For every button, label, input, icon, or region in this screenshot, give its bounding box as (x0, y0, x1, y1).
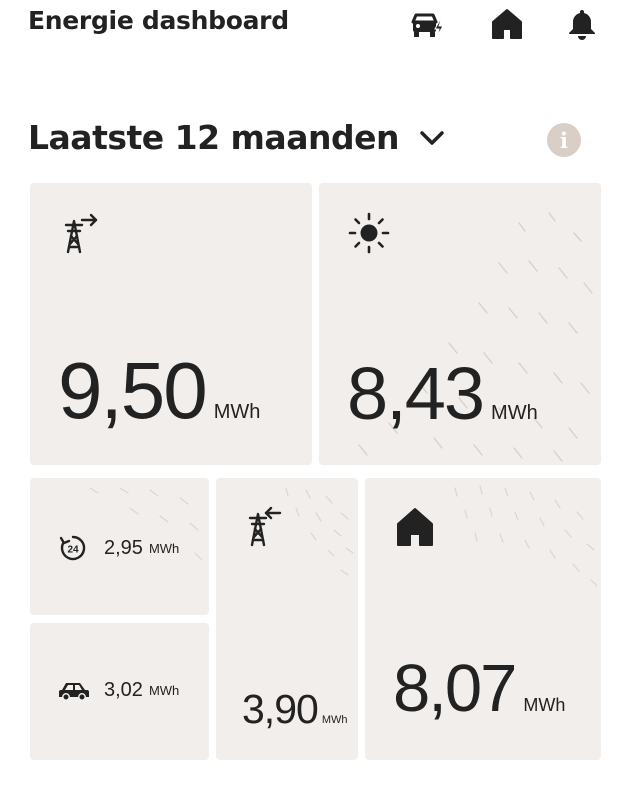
pylon-export-icon (64, 213, 98, 254)
notifications-button[interactable] (562, 4, 602, 44)
home-button[interactable] (487, 4, 527, 44)
solar-unit: MWh (491, 402, 538, 424)
car-charging-icon (411, 13, 444, 37)
sun-icon (348, 212, 390, 254)
svg-text:24: 24 (67, 545, 79, 556)
car-unit: MWh (148, 683, 180, 698)
home-unit: MWh (523, 695, 566, 715)
dynamic-24h-value: 2,95 (104, 536, 143, 559)
solar-tile[interactable]: 8,43 MWh (319, 183, 601, 465)
car-tile[interactable]: 3,02 MWh (30, 623, 209, 760)
clock-24-icon: 24 (59, 535, 86, 561)
grid-import-tile[interactable]: 9,50 MWh (30, 183, 312, 465)
solar-value: 8,43 (347, 352, 485, 435)
car-charging-button[interactable] (408, 4, 448, 44)
period-selector[interactable]: Laatste 12 maanden (28, 118, 447, 157)
grid-import-value: 9,50 (58, 346, 208, 435)
grid-export-value: 3,90 (242, 686, 319, 732)
grid-export-tile[interactable]: 3,90 MWh (216, 478, 358, 760)
info-icon: i (560, 127, 568, 153)
grid-import-unit: MWh (213, 401, 261, 423)
chevron-down-icon (417, 123, 447, 153)
dynamic-24h-unit: MWh (148, 540, 180, 556)
car-value: 3,02 (104, 679, 143, 701)
period-label: Laatste 12 maanden (28, 118, 399, 157)
home-consumption-tile[interactable]: 8,07 MWh (365, 478, 601, 760)
grid-export-unit: MWh (321, 714, 348, 726)
home-icon (397, 508, 433, 546)
home-value: 8,07 (393, 651, 517, 726)
dynamic-24h-tile[interactable]: 24 2,95 MWh (30, 478, 209, 615)
home-icon (492, 9, 522, 39)
pylon-import-icon (248, 506, 282, 547)
info-button[interactable]: i (547, 123, 581, 157)
bell-icon (569, 10, 595, 40)
app-title: Energie dashboard (28, 6, 289, 35)
car-icon (59, 682, 89, 701)
